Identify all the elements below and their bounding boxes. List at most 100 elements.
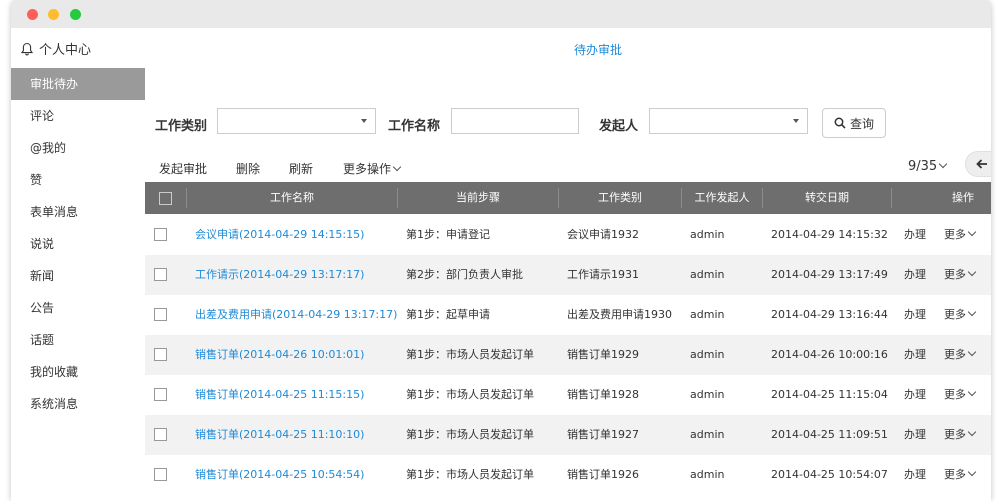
app-window: 个人中心 待办审批 审批待办 评论 @我的赞表单消息 说说 新闻 公告 话题 我的收藏 系统消息… [11, 0, 991, 501]
minimize-window-button[interactable] [48, 9, 59, 20]
handle-button[interactable]: 办理 [904, 455, 926, 495]
work-type: 销售订单1926 [567, 468, 639, 481]
row-more-button[interactable]: 更多 [944, 215, 977, 255]
sidebar-item[interactable]: 评论 [11, 100, 145, 132]
chevron-down-icon [967, 427, 977, 437]
sidebar-item[interactable]: 表单消息 [11, 196, 145, 228]
handle-button[interactable]: 办理 [904, 215, 926, 255]
work-name-link[interactable]: 工作请示(2014-04-29 13:17:17) [195, 255, 364, 295]
work-type: 销售订单1927 [567, 428, 639, 441]
initiator: admin [690, 348, 725, 361]
work-name-link[interactable]: 销售订单(2014-04-26 10:01:01) [195, 335, 364, 375]
chevron-down-icon [967, 227, 977, 237]
handle-button[interactable]: 办理 [904, 375, 926, 415]
sidebar-item[interactable]: 系统消息 [11, 388, 145, 420]
work-name-link[interactable]: 销售订单(2014-04-25 11:15:15) [195, 375, 364, 415]
sidebar-item[interactable]: 说说 [11, 228, 145, 260]
sidebar-item[interactable]: 审批待办 [11, 68, 145, 100]
row-checkbox[interactable] [154, 228, 167, 241]
initiator-label: 发起人 [599, 119, 639, 134]
handle-button[interactable]: 办理 [904, 415, 926, 455]
table-row[interactable]: 销售订单(2014-04-25 11:10:10) 第1步：市场人员发起订单 销售订… [145, 415, 991, 455]
row-more-button[interactable]: 更多 [944, 295, 977, 335]
initiator: admin [690, 228, 725, 241]
sidebar-item[interactable]: 新闻 [11, 260, 145, 292]
header-work-name[interactable]: 工作名称 [187, 182, 397, 214]
work-name-link[interactable]: 销售订单(2014-04-25 10:54:54) [195, 455, 364, 495]
personal-center-link[interactable]: 个人中心 [20, 39, 91, 58]
initiator: admin [690, 308, 725, 321]
work-name-label: 工作名称 [388, 119, 441, 134]
work-type: 销售订单1929 [567, 348, 639, 361]
header-transfer-date[interactable]: 转交日期 [763, 182, 891, 214]
work-name-link[interactable]: 销售订单(2014-04-25 11:10:10) [195, 415, 364, 455]
work-name-input[interactable] [451, 108, 579, 134]
work-name-link[interactable]: 出差及费用申请(2014-04-29 13:17:17) [195, 295, 397, 335]
current-step: 第1步：市场人员发起订单 [406, 348, 534, 361]
select-all-checkbox[interactable] [159, 192, 172, 205]
main-content: 工作类别 工作名称 发起人 查询 发起审批 删除 刷新 更多操作 9/35 工作… [145, 68, 991, 501]
sidebar-item[interactable]: 我的收藏 [11, 356, 145, 388]
transfer-date: 2014-04-29 14:15:32 [771, 228, 888, 241]
sidebar-item[interactable]: 话题 [11, 324, 145, 356]
current-step: 第1步：市场人员发起订单 [406, 468, 534, 481]
chevron-down-icon [938, 159, 948, 169]
row-more-button[interactable]: 更多 [944, 335, 977, 375]
refresh-button[interactable]: 刷新 [289, 160, 313, 177]
row-checkbox[interactable] [154, 388, 167, 401]
current-step: 第1步：市场人员发起订单 [406, 388, 534, 401]
chevron-down-icon [793, 119, 799, 123]
table-row[interactable]: 会议申请(2014-04-29 14:15:15) 第1步：申请登记 会议申请193… [145, 215, 991, 255]
sidebar-item[interactable]: @我的 [11, 132, 145, 164]
row-more-label: 更多 [944, 388, 966, 401]
start-approval-button[interactable]: 发起审批 [159, 160, 207, 177]
personal-center-label: 个人中心 [39, 43, 92, 58]
row-more-label: 更多 [944, 348, 966, 361]
table-row[interactable]: 工作请示(2014-04-29 13:17:17) 第2步：部门负责人审批 工作请示… [145, 255, 991, 295]
sidebar-item[interactable]: 赞 [11, 164, 145, 196]
more-actions-button[interactable]: 更多操作 [343, 160, 402, 177]
page-title: 待办审批 [574, 43, 623, 57]
table-row[interactable]: 出差及费用申请(2014-04-29 13:17:17) 第1步：起草申请 出差及费… [145, 295, 991, 335]
row-checkbox[interactable] [154, 308, 167, 321]
header-work-type[interactable]: 工作类别 [559, 182, 681, 214]
row-more-button[interactable]: 更多 [944, 415, 977, 455]
delete-button[interactable]: 删除 [236, 160, 260, 177]
initiator-select[interactable] [649, 108, 808, 134]
transfer-date: 2014-04-29 13:16:44 [771, 308, 888, 321]
handle-button[interactable]: 办理 [904, 335, 926, 375]
sidebar-item[interactable]: 公告 [11, 292, 145, 324]
chevron-down-icon [361, 119, 367, 123]
table-row[interactable]: 销售订单(2014-04-25 10:54:54) 第1步：市场人员发起订单 销售订… [145, 455, 991, 495]
row-more-button[interactable]: 更多 [944, 455, 977, 495]
current-step: 第1步：申请登记 [406, 228, 490, 241]
table-row[interactable]: 销售订单(2014-04-25 11:15:15) 第1步：市场人员发起订单 销售订… [145, 375, 991, 415]
row-checkbox[interactable] [154, 428, 167, 441]
back-button[interactable] [965, 151, 991, 177]
table-row[interactable]: 销售订单(2014-04-26 10:01:01) 第1步：市场人员发起订单 销售订… [145, 335, 991, 375]
chevron-down-icon [967, 307, 977, 317]
current-step: 第2步：部门负责人审批 [406, 268, 523, 281]
handle-button[interactable]: 办理 [904, 295, 926, 335]
row-checkbox[interactable] [154, 268, 167, 281]
row-more-label: 更多 [944, 428, 966, 441]
work-type-select[interactable] [217, 108, 376, 134]
sidebar: 审批待办 评论 @我的赞表单消息 说说 新闻 公告 话题 我的收藏 系统消息 [11, 68, 146, 501]
work-name-link[interactable]: 会议申请(2014-04-29 14:15:15) [195, 215, 364, 255]
close-window-button[interactable] [27, 9, 38, 20]
current-step: 第1步：起草申请 [406, 308, 490, 321]
header-current-step[interactable]: 当前步骤 [398, 182, 558, 214]
query-button[interactable]: 查询 [822, 108, 886, 138]
row-checkbox[interactable] [154, 468, 167, 481]
pager[interactable]: 9/35 [908, 159, 948, 174]
transfer-date: 2014-04-29 13:17:49 [771, 268, 888, 281]
row-more-label: 更多 [944, 268, 966, 281]
row-more-button[interactable]: 更多 [944, 255, 977, 295]
handle-button[interactable]: 办理 [904, 255, 926, 295]
row-more-button[interactable]: 更多 [944, 375, 977, 415]
row-more-label: 更多 [944, 308, 966, 321]
row-checkbox[interactable] [154, 348, 167, 361]
header-initiator[interactable]: 工作发起人 [682, 182, 762, 214]
maximize-window-button[interactable] [70, 9, 81, 20]
arrow-left-icon [976, 159, 987, 169]
